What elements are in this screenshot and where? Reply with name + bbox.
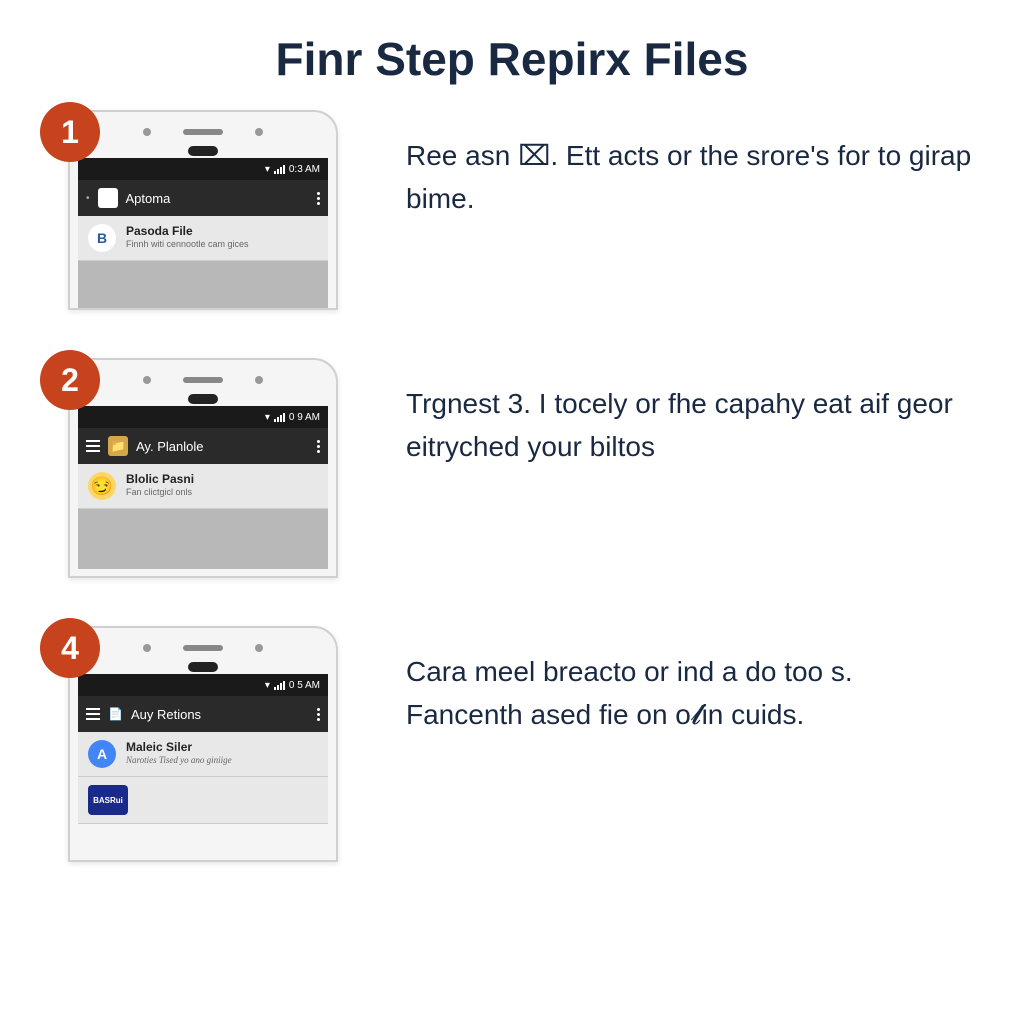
phone-home-pill [188,662,218,672]
step-text-3: Cara meel breacto or ind a do too s. Fan… [406,650,976,737]
phone-home-pill [188,394,218,404]
overflow-menu-icon[interactable] [317,440,320,453]
notif-text-3a: Maleic Siler Naroties Tised yo ano ginii… [126,740,318,765]
phone-mockup-3: ▾ 0 5 AM 📄 Auy Retions A Maleic Siler [68,626,338,862]
notif-text-2: Blolic Pasni Fan clictgicl onls [126,472,318,497]
status-time-2: 0 9 AM [289,412,320,423]
wifi-icon: ▾ [265,164,270,175]
phone-sensor-dot [255,644,263,652]
phone-speaker [183,645,223,651]
notification-2[interactable]: 😏 Blolic Pasni Fan clictgicl onls [78,464,328,509]
notification-1[interactable]: B Pasoda File Finnh witi cennootle cam g… [78,216,328,261]
hamburger-icon[interactable] [86,708,100,720]
wifi-icon: ▾ [265,680,270,691]
status-bar-2: ▾ 0 9 AM [78,406,328,428]
app-bar-icon-1: ✎ [98,188,118,208]
phone-screen-3: ▾ 0 5 AM 📄 Auy Retions A Maleic Siler [78,674,328,824]
screen-body-2 [78,509,328,569]
step-text-1: Ree asn ⌧. Ett acts or the srore's for t… [406,134,976,221]
text-col-1: Ree asn ⌧. Ett acts or the srore's for t… [358,110,976,221]
phone-speaker [183,377,223,383]
wifi-icon: ▾ [265,412,270,423]
text-col-3: Cara meel breacto or ind a do too s. Fan… [358,626,976,737]
notif-sub-1: Finnh witi cennootle cam gices [126,239,318,249]
phone-speaker [183,129,223,135]
phone-screen-2: ▾ 0 9 AM 📁 Ay. Planlole 😏 Blolic Pasni [78,406,328,569]
step-row-3: 4 ▾ 0 5 AM 📄 [48,626,976,862]
status-time-1: 0:3 AM [289,164,320,175]
signal-icon [274,165,285,174]
phone-camera-dot [143,376,151,384]
page-title: Finr Step Repirx Files [0,0,1024,110]
folder-icon: 📁 [108,436,128,456]
notif-icon-1: B [88,224,116,252]
screen-body-1 [78,261,328,310]
phone-top-1 [78,120,328,144]
app-bar-title-2: Ay. Planlole [136,439,203,454]
status-time-3: 0 5 AM [289,680,320,691]
phone-sensor-dot [255,376,263,384]
overflow-menu-icon[interactable] [317,192,320,205]
app-bar-title-1: Aptoma [126,191,171,206]
app-badge-icon: BASRui [88,785,128,815]
notification-3a[interactable]: A Maleic Siler Naroties Tised yo ano gin… [78,732,328,777]
overflow-menu-icon[interactable] [317,708,320,721]
text-col-2: Trgnest 3. I tocely or fhe capahy eat ai… [358,358,976,469]
notif-title-3a: Maleic Siler [126,740,318,754]
phone-camera-dot [143,644,151,652]
notification-3b[interactable]: BASRui [78,777,328,824]
notif-sub-3a: Naroties Tised yo ano giniige [126,755,318,765]
emoji-icon: 😏 [88,472,116,500]
hamburger-icon[interactable] [86,440,100,452]
step-badge-1: 1 [40,102,100,162]
status-bar-1: ▾ 0:3 AM [78,158,328,180]
app-bar-3: 📄 Auy Retions [78,696,328,732]
phone-camera-dot [143,128,151,136]
app-bar-1: • ✎ Aptoma [78,180,328,216]
signal-icon [274,413,285,422]
status-bar-3: ▾ 0 5 AM [78,674,328,696]
step-text-2: Trgnest 3. I tocely or fhe capahy eat ai… [406,382,976,469]
step-badge-3: 4 [40,618,100,678]
app-bar-2: 📁 Ay. Planlole [78,428,328,464]
signal-icon [274,681,285,690]
app-bar-title-3: Auy Retions [131,707,201,722]
phone-home-pill [188,146,218,156]
notif-title-2: Blolic Pasni [126,472,318,486]
notif-sub-2: Fan clictgicl onls [126,487,318,497]
phone-top-2 [78,368,328,392]
step-row-2: 2 ▾ 0 9 AM 📁 [48,358,976,578]
phone-top-3 [78,636,328,660]
phone-screen-1: ▾ 0:3 AM • ✎ Aptoma B Pasoda File [78,158,328,310]
app-bar-glyph: 📄 [108,707,123,721]
avatar-icon: A [88,740,116,768]
phone-sensor-dot [255,128,263,136]
step-badge-2: 2 [40,350,100,410]
phone-mockup-1: ▾ 0:3 AM • ✎ Aptoma B Pasoda File [68,110,338,310]
notif-title-1: Pasoda File [126,224,318,238]
steps-container: 1 ▾ 0:3 AM • ✎ [0,110,1024,862]
step-row-1: 1 ▾ 0:3 AM • ✎ [48,110,976,310]
app-bar-dot: • [86,193,90,204]
phone-mockup-2: ▾ 0 9 AM 📁 Ay. Planlole 😏 Blolic Pasni [68,358,338,578]
notif-text-1: Pasoda File Finnh witi cennootle cam gic… [126,224,318,249]
